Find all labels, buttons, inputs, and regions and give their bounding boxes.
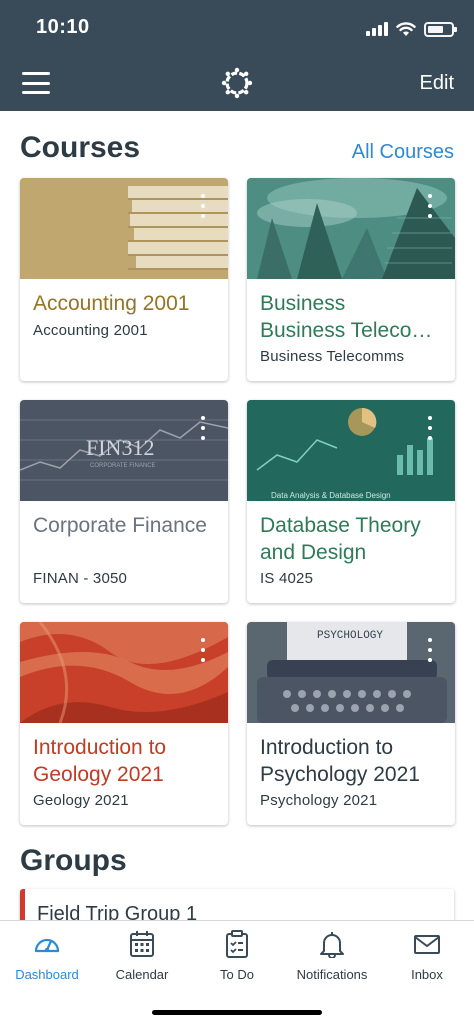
course-options-icon[interactable] bbox=[200, 416, 206, 440]
course-image-city bbox=[247, 178, 455, 279]
course-card-database[interactable]: Data Analysis & Database Design Database… bbox=[247, 400, 455, 603]
dashboard-icon bbox=[34, 938, 60, 953]
svg-text:CORPORATE FINANCE: CORPORATE FINANCE bbox=[90, 463, 156, 469]
todo-icon bbox=[226, 930, 248, 958]
dashboard-content: Courses All Courses Accounting 2001 Acco… bbox=[0, 111, 474, 920]
group-name: Field Trip Group 1 bbox=[37, 903, 198, 920]
course-code: Accounting 2001 bbox=[33, 322, 148, 339]
tab-notifications[interactable]: Notifications bbox=[285, 921, 379, 991]
course-card-psychology[interactable]: PSYCHOLOGY Introduction to Psychology 20… bbox=[247, 622, 455, 825]
all-courses-link[interactable]: All Courses bbox=[352, 141, 454, 164]
canvas-logo-icon bbox=[221, 67, 253, 99]
course-code: Psychology 2021 bbox=[260, 792, 378, 809]
course-card-accounting[interactable]: Accounting 2001 Accounting 2001 bbox=[20, 178, 228, 381]
course-title: Database Theory and Design bbox=[260, 514, 421, 564]
home-indicator bbox=[152, 1010, 322, 1015]
cellular-signal-icon bbox=[366, 22, 388, 36]
course-image-typewriter: PSYCHOLOGY bbox=[247, 622, 455, 723]
svg-text:FIN312: FIN312 bbox=[86, 435, 154, 460]
course-title: Accounting 2001 bbox=[33, 292, 190, 315]
groups-heading: Groups bbox=[20, 844, 127, 877]
status-icons bbox=[366, 19, 457, 39]
course-image-stock-chart: FIN312 CORPORATE FINANCE bbox=[20, 400, 228, 501]
top-bar: 10:10 Edit bbox=[0, 0, 474, 111]
course-image-canyon bbox=[20, 622, 228, 723]
course-options-icon[interactable] bbox=[200, 638, 206, 662]
course-image-data-dashboard: Data Analysis & Database Design bbox=[247, 400, 455, 501]
tab-label: Calendar bbox=[115, 967, 169, 982]
course-code: IS 4025 bbox=[260, 570, 314, 587]
svg-text:Data Analysis & Database Desig: Data Analysis & Database Design bbox=[271, 491, 391, 500]
course-code: FINAN - 3050 bbox=[33, 570, 128, 587]
edit-button[interactable]: Edit bbox=[420, 72, 454, 95]
tab-inbox[interactable]: Inbox bbox=[380, 921, 474, 991]
battery-icon bbox=[424, 21, 457, 37]
group-card[interactable]: Field Trip Group 1 bbox=[20, 889, 454, 920]
course-options-icon[interactable] bbox=[427, 416, 433, 440]
course-title: Introduction to Geology 2021 bbox=[33, 736, 167, 786]
course-options-icon[interactable] bbox=[427, 194, 433, 218]
svg-text:PSYCHOLOGY: PSYCHOLOGY bbox=[317, 630, 383, 642]
courses-heading: Courses bbox=[20, 131, 141, 164]
course-code: Geology 2021 bbox=[33, 792, 129, 809]
course-code: Business Telecomms bbox=[260, 348, 405, 365]
course-image-books bbox=[20, 178, 228, 279]
course-card-corporate-finance[interactable]: FIN312 CORPORATE FINANCE Corporate Finan… bbox=[20, 400, 228, 603]
course-card-geology[interactable]: Introduction to Geology 2021 Geology 202… bbox=[20, 622, 228, 825]
status-time: 10:10 bbox=[36, 16, 90, 38]
wifi-icon bbox=[396, 21, 416, 36]
course-options-icon[interactable] bbox=[200, 194, 206, 218]
course-title: Corporate Finance bbox=[33, 514, 207, 537]
tab-todo[interactable]: To Do bbox=[190, 921, 284, 991]
menu-button[interactable] bbox=[22, 72, 50, 94]
inbox-icon bbox=[414, 935, 440, 954]
tab-label: To Do bbox=[220, 967, 254, 982]
course-card-business-telecom[interactable]: Business Business Telecommunic... Busine… bbox=[247, 178, 455, 381]
course-title: Introduction to Psychology 2021 bbox=[260, 736, 420, 786]
course-options-icon[interactable] bbox=[427, 638, 433, 662]
tab-calendar[interactable]: Calendar bbox=[95, 921, 189, 991]
bell-icon bbox=[320, 932, 344, 958]
course-title: Business Business Telecommunic... bbox=[260, 292, 446, 342]
tab-dashboard[interactable]: Dashboard bbox=[0, 921, 94, 991]
tab-label: Notifications bbox=[296, 967, 368, 982]
calendar-icon bbox=[130, 931, 154, 957]
tab-label: Dashboard bbox=[15, 967, 79, 982]
tab-label: Inbox bbox=[411, 967, 443, 982]
